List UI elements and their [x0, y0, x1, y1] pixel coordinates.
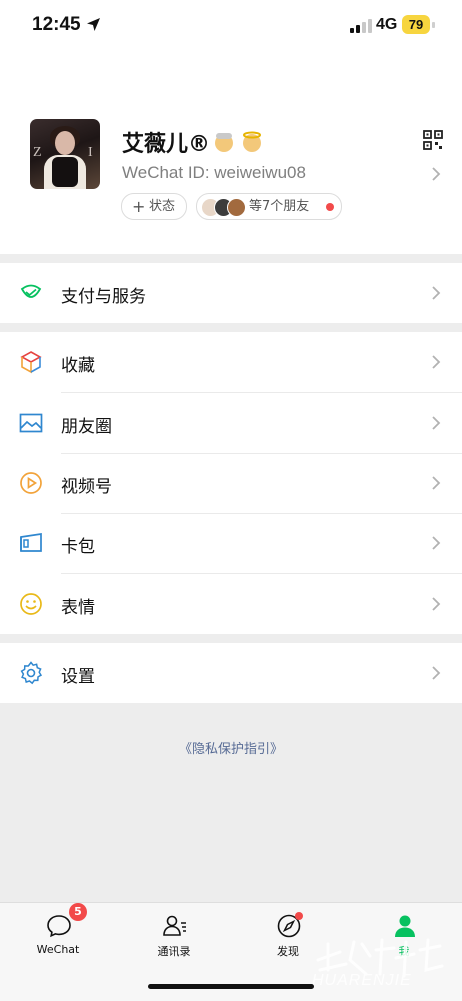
menu-item-label: 卡包 — [61, 537, 95, 557]
tab-label: 通讯录 — [157, 945, 191, 958]
avatar-face — [55, 131, 75, 155]
tab-contacts[interactable]: 通讯录 — [124, 903, 224, 967]
menu-item-channels[interactable]: 视频号 — [0, 453, 462, 513]
menu-item-pay[interactable]: 支付与服务 — [0, 263, 462, 323]
cube-icon — [20, 351, 42, 374]
wechat-id: WeChat ID: weiweiwu08 — [122, 163, 306, 182]
status-time: 12:45 — [32, 14, 81, 35]
gear-icon — [20, 661, 43, 685]
cell-signal-icon — [350, 19, 372, 33]
menu-group-pay: 支付与服务 — [0, 263, 462, 323]
unread-badge: 5 — [69, 903, 87, 921]
discover-dot-badge — [295, 912, 303, 920]
tab-label: WeChat — [36, 943, 80, 956]
emoji-icon — [215, 131, 262, 152]
profile-header[interactable]: Z I 艾薇儿® WeChat ID: weiweiwu08 + 状态 等7个朋… — [0, 54, 462, 254]
menu-item-label: 支付与服务 — [61, 287, 146, 307]
menu-item-settings[interactable]: 设置 — [0, 643, 462, 703]
contacts-icon — [163, 915, 186, 936]
chevron-right-icon — [432, 355, 441, 369]
chevron-right-icon — [432, 536, 441, 550]
chevron-right-icon — [432, 286, 441, 300]
nickname: 艾薇儿® — [122, 126, 272, 158]
menu-item-label: 设置 — [61, 667, 95, 687]
tab-wechat[interactable]: 5 WeChat — [8, 903, 108, 967]
menu-item-moments[interactable]: 朋友圈 — [0, 393, 462, 453]
qr-code-icon[interactable] — [423, 130, 443, 150]
battery-icon — [432, 22, 435, 28]
menu-item-stickers[interactable]: 表情 — [0, 574, 462, 634]
wallet-check-icon — [20, 284, 42, 298]
status-button-label: 状态 — [149, 199, 176, 214]
add-status-button[interactable]: + 状态 — [121, 193, 187, 220]
chevron-right-icon — [432, 476, 441, 490]
nickname-text: 艾薇儿® — [122, 132, 211, 157]
photo-icon — [19, 413, 43, 433]
friends-status-button[interactable]: 等7个朋友 — [196, 193, 342, 220]
watermark-text: HUARENJIE — [312, 972, 412, 989]
home-indicator — [148, 984, 314, 989]
avatar-backdrop-letter: I — [88, 145, 93, 160]
menu-item-cards[interactable]: 卡包 — [0, 513, 462, 573]
menu-group-settings: 设置 — [0, 643, 462, 703]
avatar-backdrop-letter: Z — [33, 145, 42, 160]
plus-icon: + — [132, 197, 146, 216]
play-circle-icon — [20, 472, 42, 494]
new-indicator-dot — [326, 203, 334, 211]
chevron-right-icon — [432, 666, 441, 680]
avatar-scarf — [52, 157, 78, 187]
chevron-right-icon — [432, 416, 441, 430]
smiley-icon — [20, 593, 42, 615]
menu-item-label: 表情 — [61, 598, 95, 618]
privacy-guide-link[interactable]: 《隐私保护指引》 — [0, 738, 462, 757]
location-arrow-icon — [87, 18, 100, 31]
menu-item-label: 收藏 — [61, 356, 95, 376]
menu-item-label: 朋友圈 — [61, 417, 112, 437]
menu-item-label: 视频号 — [61, 477, 112, 497]
chat-bubble-icon — [47, 915, 71, 938]
network-type: 4G — [376, 16, 398, 33]
menu-item-favorites[interactable]: 收藏 — [0, 332, 462, 392]
friend-avatar — [227, 198, 246, 217]
menu-group-main: 收藏 朋友圈 视频号 卡包 表情 — [0, 332, 462, 634]
battery-level: 79 — [402, 15, 430, 34]
status-bar: 12:45 4G 79 — [0, 0, 462, 54]
chevron-right-icon — [432, 597, 441, 611]
chevron-right-icon — [432, 167, 441, 181]
card-wallet-icon — [20, 533, 42, 552]
avatar[interactable]: Z I — [30, 119, 100, 189]
friends-text: 等7个朋友 — [249, 199, 310, 214]
